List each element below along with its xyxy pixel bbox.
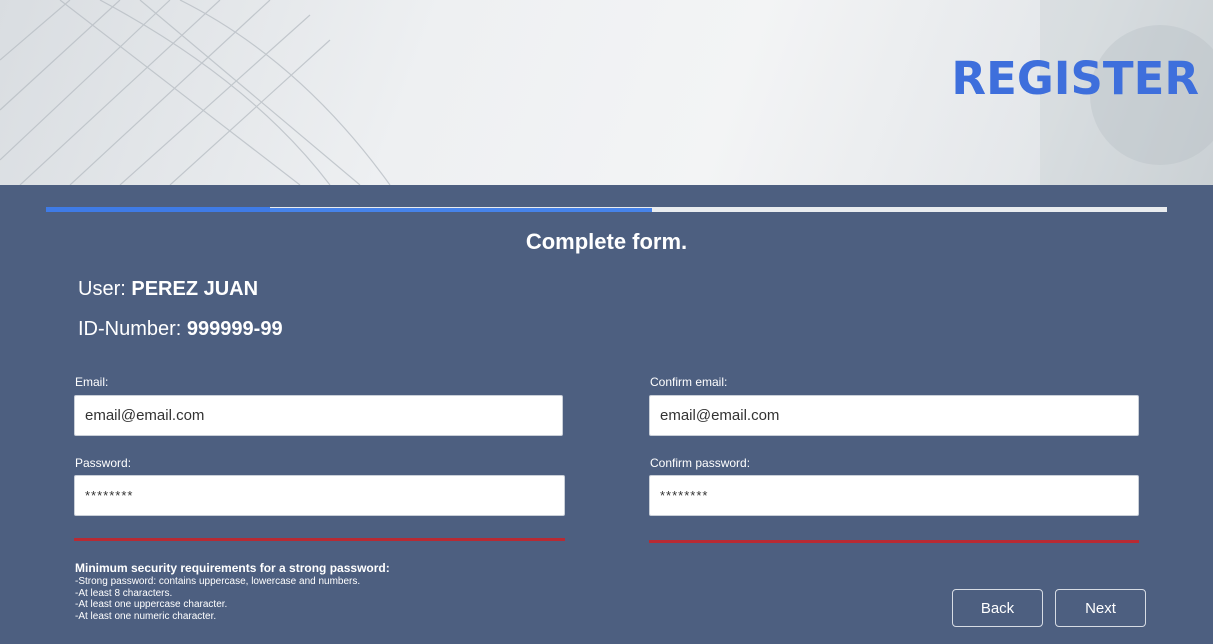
id-number-label: ID-Number: bbox=[78, 318, 182, 340]
user-info: User: PEREZ JUAN bbox=[78, 278, 258, 301]
requirements-list: -Strong password: contains uppercase, lo… bbox=[75, 576, 360, 622]
password-strength-bar bbox=[74, 538, 565, 541]
password-field[interactable] bbox=[74, 475, 565, 516]
id-number-info: ID-Number: 999999-99 bbox=[78, 318, 283, 341]
requirement-item: -At least 8 characters. bbox=[75, 587, 173, 599]
progress-fill-completed bbox=[46, 207, 270, 212]
requirement-item: -At least one uppercase character. bbox=[75, 599, 228, 610]
email-field[interactable] bbox=[74, 395, 563, 436]
user-label: User: bbox=[78, 278, 126, 300]
progress-bar bbox=[46, 207, 1167, 212]
requirements-title: Minimum security requirements for a stro… bbox=[75, 561, 390, 575]
password-label: Password: bbox=[75, 456, 132, 470]
confirm-password-strength-bar bbox=[649, 540, 1139, 543]
requirement-item: -At least one numeric character. bbox=[75, 610, 217, 622]
id-number-value: 999999-99 bbox=[186, 318, 283, 340]
confirm-email-field[interactable] bbox=[649, 395, 1139, 436]
progress-fill-current bbox=[270, 208, 652, 212]
form-heading: Complete form. bbox=[525, 229, 688, 254]
confirm-email-label: Confirm email: bbox=[650, 375, 728, 389]
confirm-password-field[interactable] bbox=[649, 475, 1139, 516]
confirm-password-label: Confirm password: bbox=[650, 456, 751, 470]
requirement-item: -Strong password: contains uppercase, lo… bbox=[75, 576, 361, 587]
user-value: PEREZ JUAN bbox=[131, 278, 259, 300]
back-button[interactable]: Back bbox=[952, 589, 1043, 627]
email-label: Email: bbox=[75, 375, 109, 389]
register-title: REGISTER bbox=[951, 52, 1199, 105]
header-banner: REGISTER bbox=[0, 0, 1213, 185]
next-button[interactable]: Next bbox=[1055, 589, 1146, 627]
